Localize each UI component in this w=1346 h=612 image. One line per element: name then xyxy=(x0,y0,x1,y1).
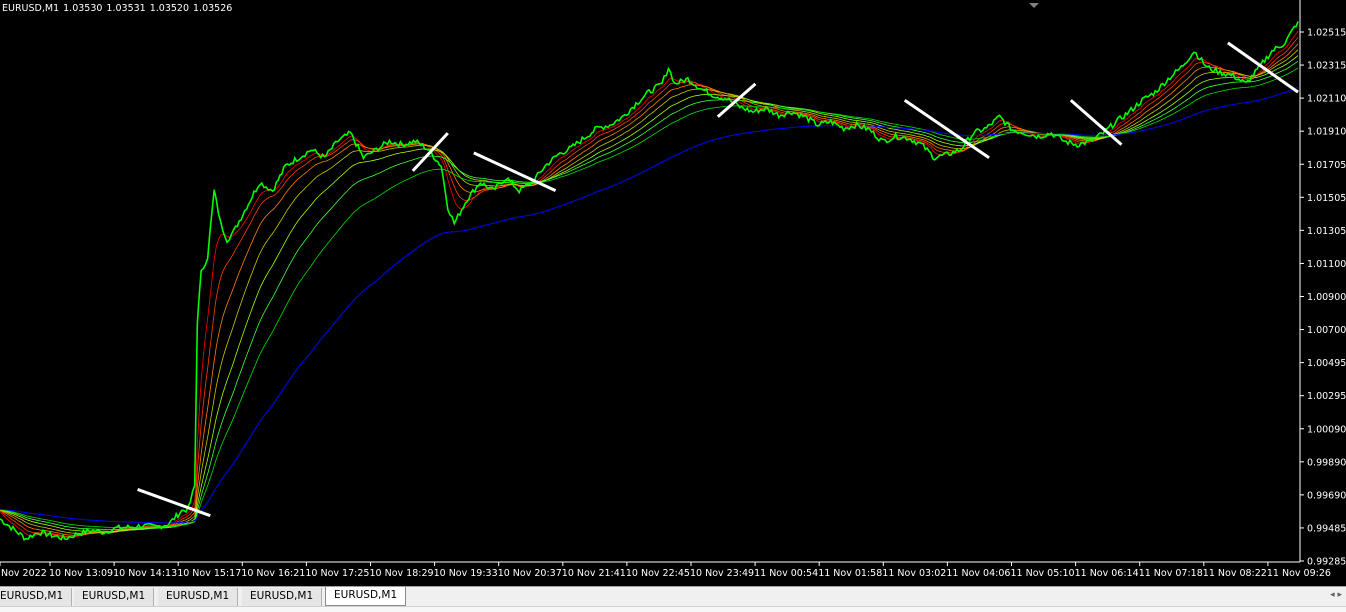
time-tick-label: 10 Nov 16:21 xyxy=(241,568,305,579)
chart-shift-marker-icon[interactable] xyxy=(1029,3,1039,8)
price-tick-label: 0.99690 xyxy=(1307,490,1346,501)
time-tick-label: 11 Nov 06:14 xyxy=(1075,568,1139,579)
time-tick-label: 10 Nov 23:49 xyxy=(690,568,754,579)
price-tick-label: 1.01305 xyxy=(1307,226,1346,237)
symbol-header: EURUSD,M1 1.03530 1.03531 1.03520 1.03526 xyxy=(2,3,236,14)
time-axis[interactable]: Nov 2022 10 Nov 13:09 10 Nov 14:13 10 Nov 1… xyxy=(0,562,1331,579)
chart-window[interactable]: 1.02515 1.02315 1.02110 1.01910 1.01705 1.015… xyxy=(0,0,1346,586)
open-price: 1.03530 xyxy=(63,3,103,14)
chart-tab-active[interactable]: EURUSD,M1 xyxy=(325,587,407,606)
low-price: 1.03520 xyxy=(149,3,190,14)
price-tick-label: 1.02515 xyxy=(1307,28,1346,39)
price-tick-label: 1.02110 xyxy=(1307,94,1346,105)
price-tick-label: 1.00495 xyxy=(1307,358,1346,369)
time-tick-label: 10 Nov 19:33 xyxy=(434,568,498,579)
time-tick-label: Nov 2022 xyxy=(1,568,47,579)
time-tick-label: 10 Nov 22:45 xyxy=(626,568,690,579)
price-tick-label: 0.99485 xyxy=(1307,523,1346,534)
price-tick-label: 1.01910 xyxy=(1307,127,1346,138)
price-series xyxy=(0,21,1299,541)
chart-tab[interactable]: EURUSD,M1 xyxy=(74,588,155,606)
close-price: 1.03526 xyxy=(193,3,233,14)
price-axis[interactable]: 1.02515 1.02315 1.02110 1.01910 1.01705 1.015… xyxy=(1300,28,1346,568)
time-tick-label: 11 Nov 09:26 xyxy=(1267,568,1331,579)
time-tick-label: 11 Nov 05:10 xyxy=(1011,568,1075,579)
price-tick-label: 1.00900 xyxy=(1307,292,1346,303)
price-tick-label: 1.00090 xyxy=(1307,424,1346,435)
price-line xyxy=(0,21,1299,541)
chart-tab[interactable]: EURUSD,M1 xyxy=(0,588,73,606)
time-tick-label: 11 Nov 01:58 xyxy=(818,568,882,579)
time-tick-label: 10 Nov 20:37 xyxy=(498,568,562,579)
time-tick-label: 11 Nov 04:06 xyxy=(946,568,1010,579)
price-tick-label: 1.00700 xyxy=(1307,325,1346,336)
time-tick-label: 11 Nov 07:18 xyxy=(1139,568,1203,579)
time-tick-label: 10 Nov 15:17 xyxy=(177,568,241,579)
chart-canvas[interactable]: 1.02515 1.02315 1.02110 1.01910 1.01705 1.015… xyxy=(0,0,1346,586)
time-tick-label: 11 Nov 08:22 xyxy=(1203,568,1267,579)
price-tick-label: 0.99285 xyxy=(1307,557,1346,568)
high-price: 1.03531 xyxy=(106,3,146,14)
trend-annotations[interactable] xyxy=(137,41,1299,518)
tab-scroll-arrows-icon[interactable]: ◂ ▸ xyxy=(1330,590,1342,600)
time-tick-label: 11 Nov 03:02 xyxy=(882,568,946,579)
chart-tab[interactable]: EURUSD,M1 xyxy=(242,588,323,606)
price-tick-label: 1.01505 xyxy=(1307,193,1346,204)
price-tick-label: 1.00295 xyxy=(1307,391,1346,402)
time-tick-label: 11 Nov 00:54 xyxy=(754,568,818,579)
time-tick-label: 10 Nov 17:25 xyxy=(305,568,369,579)
chart-tab[interactable]: EURUSD,M1 xyxy=(158,588,239,606)
price-tick-label: 0.99890 xyxy=(1307,457,1346,468)
tab-scrollbar[interactable] xyxy=(0,606,1346,612)
chart-tab-bar: EURUSD,M1 EURUSD,M1 EURUSD,M1 EURUSD,M1 … xyxy=(0,586,1346,612)
time-tick-label: 10 Nov 13:09 xyxy=(49,568,113,579)
time-tick-label: 10 Nov 14:13 xyxy=(113,568,177,579)
price-tick-label: 1.01100 xyxy=(1307,259,1346,270)
time-tick-label: 10 Nov 21:41 xyxy=(562,568,626,579)
time-tick-label: 10 Nov 18:29 xyxy=(370,568,434,579)
symbol-label: EURUSD,M1 xyxy=(2,3,60,14)
price-tick-label: 1.01705 xyxy=(1307,160,1346,171)
price-tick-label: 1.02315 xyxy=(1307,61,1346,72)
